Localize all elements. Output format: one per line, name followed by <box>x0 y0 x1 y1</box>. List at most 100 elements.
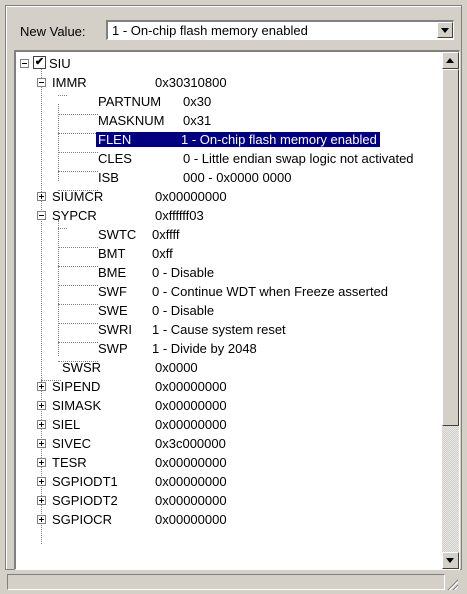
tree-node-label: IMMR <box>52 75 87 90</box>
collapse-toggle[interactable] <box>20 59 29 68</box>
field-name: BME <box>98 265 127 280</box>
expand-toggle[interactable] <box>37 477 46 486</box>
tree-field-bme[interactable]: BME 0 - Disable <box>16 264 436 283</box>
tree-node-value: 0x00000000 <box>155 398 227 413</box>
tree-node-register[interactable]: SGPIODT1 0x00000000 <box>16 473 436 492</box>
tree-field-cles[interactable]: CLES 0 - Little endian swap logic not ac… <box>16 150 436 169</box>
register-tree[interactable]: ✔ SIU IMMR 0x30310800 PARTNUM 0x30 MASKN… <box>14 50 460 570</box>
expand-toggle[interactable] <box>37 382 46 391</box>
expand-toggle[interactable] <box>37 401 46 410</box>
expand-toggle[interactable] <box>37 439 46 448</box>
tree-node-immr[interactable]: IMMR 0x30310800 <box>16 74 436 93</box>
vertical-scrollbar[interactable] <box>442 52 459 569</box>
tree-field-swf[interactable]: SWF 0 - Continue WDT when Freeze asserte… <box>16 283 436 302</box>
expand-toggle[interactable] <box>37 420 46 429</box>
collapse-toggle[interactable] <box>37 211 46 220</box>
scrollbar-thumb[interactable] <box>442 69 459 426</box>
tree-field-bmt[interactable]: BMT 0xff <box>16 245 436 264</box>
tree-content: ✔ SIU IMMR 0x30310800 PARTNUM 0x30 MASKN… <box>16 52 440 569</box>
tree-node-label: SYPCR <box>52 208 97 223</box>
tree-field-partnum[interactable]: PARTNUM 0x30 <box>16 93 436 112</box>
new-value-label: New Value: <box>20 24 86 39</box>
tree-node-value: 0x00000000 <box>155 512 227 527</box>
tree-node-register[interactable]: SIMASK 0x00000000 <box>16 397 436 416</box>
tree-node-value: 0xffffff03 <box>155 208 204 223</box>
tree-node-value: 0x00000000 <box>155 189 227 204</box>
field-value: 0x30 <box>183 94 212 109</box>
tree-node-label: SIMASK <box>52 398 102 413</box>
tree-node-register[interactable]: SIVEC 0x3c000000 <box>16 435 436 454</box>
tree-node-register[interactable]: SGPIOCR 0x00000000 <box>16 511 436 530</box>
field-value: 0xffff <box>152 227 180 242</box>
field-value: 1 - On-chip flash memory enabled <box>164 132 380 147</box>
field-value: 000 - 0x0000 0000 <box>183 170 292 185</box>
field-value: 0 - Little endian swap logic not activat… <box>183 151 414 166</box>
tree-node-label: SIEL <box>52 417 81 432</box>
tree-field-isb[interactable]: ISB 000 - 0x0000 0000 <box>16 169 436 188</box>
field-name: SWTC <box>98 227 137 242</box>
field-name: SWE <box>98 303 128 318</box>
tree-node-siumcr[interactable]: SIUMCR 0x00000000 <box>16 188 436 207</box>
field-name: PARTNUM <box>98 94 162 109</box>
resize-grip-icon[interactable] <box>446 578 458 590</box>
tree-node-register[interactable]: SGPIODT2 0x00000000 <box>16 492 436 511</box>
tree-node-label: SGPIODT1 <box>52 474 118 489</box>
expand-toggle[interactable] <box>37 515 46 524</box>
tree-node-label: SGPIODT2 <box>52 493 118 508</box>
arrow-up-icon <box>446 58 454 63</box>
tree-field-swe[interactable]: SWE 0 - Disable <box>16 302 436 321</box>
dropdown-button[interactable] <box>437 22 453 38</box>
new-value-selected: 1 - On-chip flash memory enabled <box>112 23 308 38</box>
tree-node-label: TESR <box>52 455 87 470</box>
field-name: ISB <box>98 170 119 185</box>
field-name: FLEN <box>96 132 166 147</box>
expand-toggle[interactable] <box>37 496 46 505</box>
tree-node-siu[interactable]: ✔ SIU <box>16 55 436 74</box>
tree-node-value: 0x0000 <box>155 360 198 375</box>
arrow-down-icon <box>446 558 454 563</box>
tree-node-value: 0x00000000 <box>155 417 227 432</box>
tree-node-label: SGPIOCR <box>52 512 112 527</box>
field-name: SWRI <box>98 322 132 337</box>
expand-toggle[interactable] <box>37 458 46 467</box>
tree-node-sypcr[interactable]: SYPCR 0xffffff03 <box>16 207 436 226</box>
tree-node-label: SIUMCR <box>52 189 104 204</box>
scroll-up-button[interactable] <box>442 52 459 69</box>
collapse-toggle[interactable] <box>37 78 46 87</box>
scroll-down-button[interactable] <box>442 552 459 569</box>
tree-field-swtc[interactable]: SWTC 0xffff <box>16 226 436 245</box>
tree-node-label: SWSR <box>62 360 101 375</box>
tree-node-register[interactable]: SIEL 0x00000000 <box>16 416 436 435</box>
field-value: 0xff <box>152 246 173 261</box>
field-name: BMT <box>98 246 126 261</box>
field-value: 1 - Divide by 2048 <box>152 341 257 356</box>
tree-node-value: 0x00000000 <box>155 455 227 470</box>
tree-node-label: SIPEND <box>52 379 101 394</box>
field-value: 0 - Disable <box>152 303 215 318</box>
chevron-down-icon <box>441 28 449 33</box>
tree-node-value: 0x3c000000 <box>155 436 226 451</box>
expand-toggle[interactable] <box>37 192 46 201</box>
tree-node-value: 0x30310800 <box>155 75 227 90</box>
tree-field-swri[interactable]: SWRI 1 - Cause system reset <box>16 321 436 340</box>
tree-node-value: 0x00000000 <box>155 493 227 508</box>
tree-node-value: 0x00000000 <box>155 474 227 489</box>
tree-node-register[interactable]: TESR 0x00000000 <box>16 454 436 473</box>
checkbox-checked-icon[interactable]: ✔ <box>33 56 46 69</box>
new-value-dropdown[interactable]: 1 - On-chip flash memory enabled <box>106 20 454 40</box>
tree-field-swp[interactable]: SWP 1 - Divide by 2048 <box>16 340 436 359</box>
status-bar <box>5 572 460 592</box>
field-name: CLES <box>98 151 132 166</box>
tree-node-register[interactable]: SIPEND 0x00000000 <box>16 378 436 397</box>
field-value: 1 - Cause system reset <box>152 322 286 337</box>
tree-field-masknum[interactable]: MASKNUM 0x31 <box>16 112 436 131</box>
status-pane <box>7 574 445 590</box>
field-name: MASKNUM <box>98 113 165 128</box>
field-value: 0 - Disable <box>152 265 215 280</box>
field-value: 0 - Continue WDT when Freeze asserted <box>152 284 389 299</box>
tree-node-label: SIVEC <box>52 436 92 451</box>
field-name: SWF <box>98 284 127 299</box>
tree-node-swsr[interactable]: SWSR 0x0000 <box>16 359 436 378</box>
tree-node-label: SIU <box>49 56 71 71</box>
tree-field-flen-selected[interactable]: FLEN 1 - On-chip flash memory enabled <box>16 131 436 150</box>
